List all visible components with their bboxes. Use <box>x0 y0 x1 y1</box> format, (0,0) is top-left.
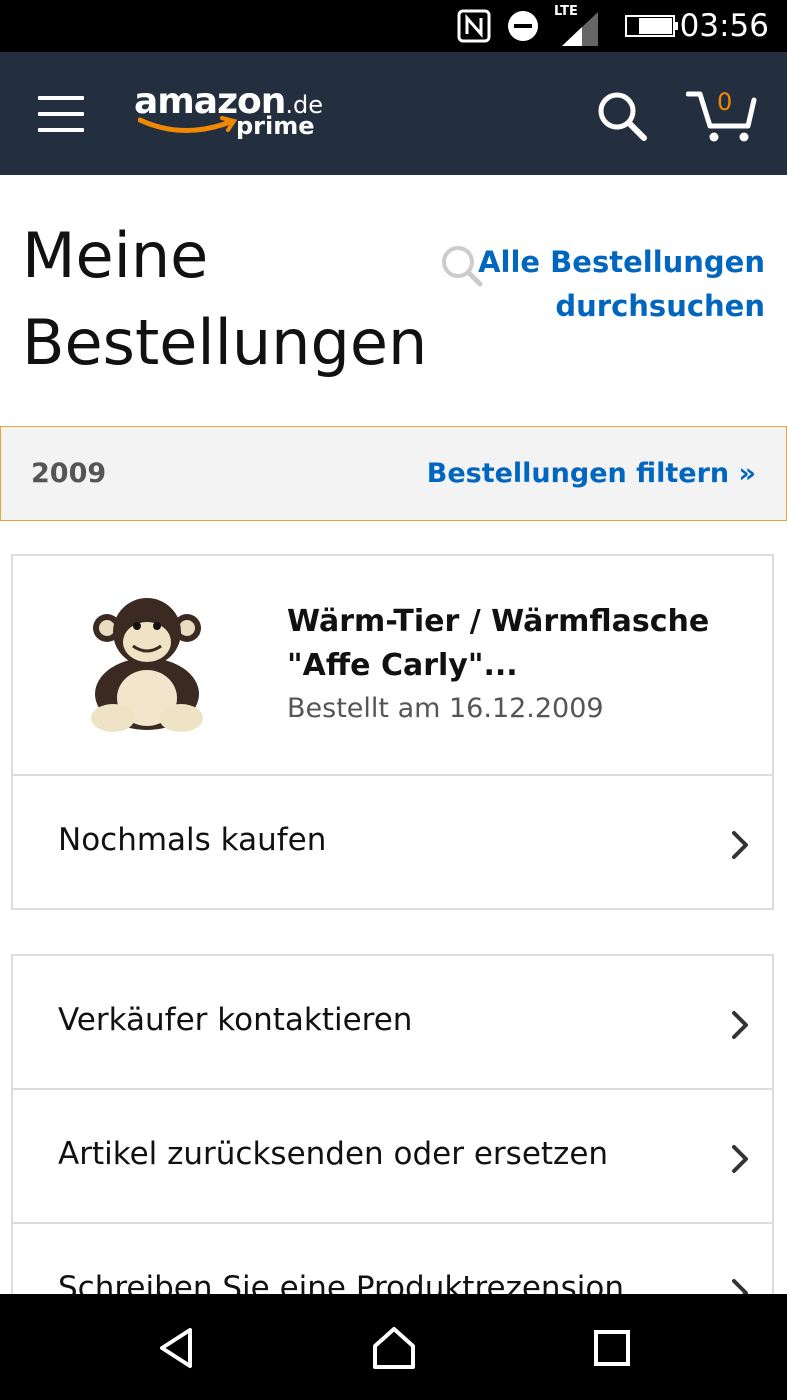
order-product-row[interactable]: Wärm-Tier / Wärmflasche "Affe Carly"... … <box>13 556 772 776</box>
logo-smile-icon <box>138 116 238 133</box>
order-date: Bestellt am 16.12.2009 <box>287 693 604 724</box>
back-button[interactable] <box>146 1320 206 1376</box>
search-all-orders-link[interactable]: Alle Bestellungen durchsuchen <box>425 240 765 328</box>
contact-seller-button[interactable]: Verkäufer kontaktieren <box>13 956 772 1090</box>
contact-seller-label: Verkäufer kontaktieren <box>58 1002 413 1038</box>
back-icon <box>160 1328 192 1368</box>
search-all-orders-label: Alle Bestellungen durchsuchen <box>478 245 765 323</box>
return-replace-label: Artikel zurücksenden oder ersetzen <box>58 1136 609 1172</box>
clock: 03:56 <box>679 8 769 44</box>
menu-icon-bar <box>38 112 84 116</box>
battery-icon <box>624 0 680 52</box>
filter-year: 2009 <box>31 458 107 489</box>
menu-icon-bar <box>38 128 84 132</box>
menu-icon-bar <box>38 96 84 100</box>
filter-orders-link[interactable]: Bestellungen filtern » <box>427 427 756 520</box>
chevron-right-icon <box>732 831 748 859</box>
product-title[interactable]: Wärm-Tier / Wärmflasche "Affe Carly"... <box>287 600 727 688</box>
buy-again-button[interactable]: Nochmals kaufen <box>13 776 772 908</box>
amazon-prime-logo[interactable]: amazon.de prime <box>134 82 334 146</box>
product-image[interactable] <box>85 594 210 734</box>
buy-again-label: Nochmals kaufen <box>58 822 327 858</box>
network-label: LTE <box>554 4 578 19</box>
return-replace-button[interactable]: Artikel zurücksenden oder ersetzen <box>13 1090 772 1224</box>
status-bar: LTE 03:56 <box>0 0 787 52</box>
do-not-disturb-icon <box>506 0 540 52</box>
search-button[interactable] <box>596 90 648 142</box>
recents-icon <box>594 1330 630 1366</box>
menu-button[interactable] <box>38 96 84 132</box>
search-icon <box>598 92 647 141</box>
order-filter-bar: 2009 Bestellungen filtern » <box>0 426 787 521</box>
cart-button[interactable]: 0 <box>685 86 758 146</box>
home-icon <box>373 1327 415 1369</box>
recents-button[interactable] <box>582 1320 642 1376</box>
cart-count: 0 <box>717 88 733 116</box>
app-header: amazon.de prime 0 <box>0 52 787 175</box>
page-title: Meine Bestellungen <box>22 219 428 379</box>
logo-prime: prime <box>236 112 315 140</box>
chevron-right-icon <box>732 1145 748 1173</box>
chevron-right-icon <box>732 1011 748 1039</box>
order-card: Wärm-Tier / Wärmflasche "Affe Carly"... … <box>11 554 774 910</box>
nfc-icon <box>456 0 492 52</box>
home-button[interactable] <box>364 1320 424 1376</box>
system-nav-bar <box>0 1294 787 1400</box>
